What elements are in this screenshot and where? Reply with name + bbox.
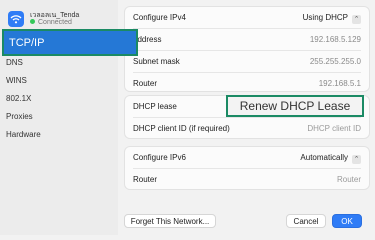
configure-ipv4-row: Configure IPv4 Using DHCP ⌃ [125,7,369,29]
configure-ipv4-label: Configure IPv4 [133,13,186,22]
wifi-icon [8,11,24,27]
sidebar-item-dns[interactable]: DNS [6,58,23,67]
network-header: เวลอลเน_Tenda Connected [6,8,116,30]
subnet-value: 255.255.255.0 [309,57,361,66]
configure-ipv6-select[interactable]: Automatically ⌃ [300,153,361,164]
ipv6-router-input[interactable]: Router [337,175,361,184]
sidebar-item-proxies[interactable]: Proxies [6,112,33,121]
ipv6-router-row: Router Router [125,169,369,191]
sidebar: เวลอลเน_Tenda Connected TCP/IP DNS WINS … [0,0,138,235]
ipv6-group: Configure IPv6 Automatically ⌃ Router Rou… [124,146,370,190]
address-row: address 192.168.5.129 [125,29,369,51]
sidebar-item-tcpip[interactable]: TCP/IP [2,29,138,56]
router-value: 192.168.5.1 [318,79,361,88]
forget-network-button[interactable]: Forget This Network... [124,214,216,228]
ipv4-group: Configure IPv4 Using DHCP ⌃ address 192.1… [124,6,370,92]
configure-ipv6-label: Configure IPv6 [133,153,186,162]
sidebar-item-hardware[interactable]: Hardware [6,130,41,139]
network-status: Connected [30,19,72,26]
address-value: 192.168.5.129 [309,35,361,44]
connected-dot-icon [30,19,35,24]
sidebar-item-8021x[interactable]: 802.1X [6,94,31,103]
renew-dhcp-lease-button[interactable]: Renew DHCP Lease [226,95,364,117]
configure-ipv4-select[interactable]: Using DHCP ⌃ [303,13,361,24]
configure-ipv6-value: Automatically [300,153,348,162]
router-row: Router 192.168.5.1 [125,73,369,95]
chevron-updown-icon: ⌃ [352,15,361,24]
network-status-text: Connected [38,19,72,26]
dhcp-client-id-input[interactable]: DHCP client ID [307,124,361,133]
dhcp-lease-label: DHCP lease [133,102,177,111]
cancel-button[interactable]: Cancel [286,214,326,228]
configure-ipv6-row: Configure IPv6 Automatically ⌃ [125,147,369,169]
subnet-label: Subnet mask [133,57,180,66]
ok-button[interactable]: OK [332,214,362,228]
chevron-updown-icon: ⌃ [352,155,361,164]
dhcp-client-id-label: DHCP client ID (if required) [133,124,230,133]
configure-ipv4-value: Using DHCP [302,13,348,22]
router-label: Router [133,79,158,88]
sidebar-item-wins[interactable]: WINS [6,76,27,85]
dhcp-client-id-row: DHCP client ID (if required) DHCP client… [125,118,369,140]
subnet-row: Subnet mask 255.255.255.0 [125,51,369,73]
main-panel: Configure IPv4 Using DHCP ⌃ address 192.1… [118,0,375,235]
ipv6-router-label: Router [133,175,158,184]
